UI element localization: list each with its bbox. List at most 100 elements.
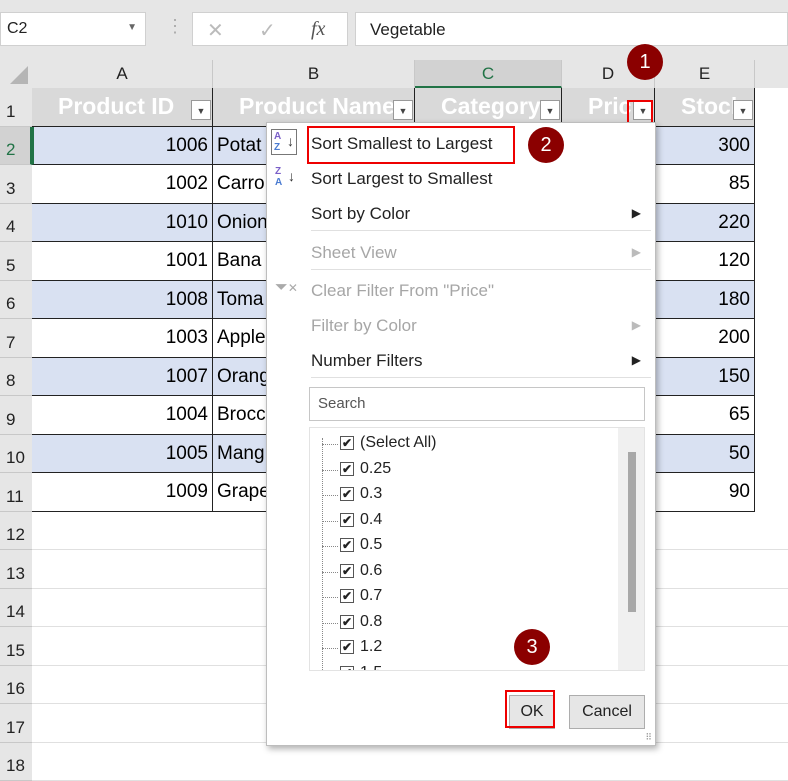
row-header-7[interactable]: 7 [0,319,32,358]
menu-filter-by-color: Filter by Color [311,316,417,336]
highlight-sort-ascending [307,126,515,164]
cell-stock[interactable]: 90 [655,473,755,512]
cell-product-id[interactable]: 1004 [32,396,213,435]
filter-value-label: 0.4 [360,511,382,529]
cell-stock[interactable]: 220 [655,204,755,243]
checkbox-checked-icon[interactable]: ✔ [340,666,354,672]
filter-value-item[interactable]: ✔0.8 [340,613,382,631]
cell-stock[interactable]: 300 [655,127,755,166]
filter-search-input[interactable]: Search [309,387,645,421]
row-header-1[interactable]: 1 [0,88,32,127]
cell-stock[interactable]: 150 [655,358,755,397]
row-header-2[interactable]: 2 [0,127,32,166]
row-header-16[interactable]: 16 [0,666,32,705]
row-header-6[interactable]: 6 [0,281,32,320]
row-header-12[interactable]: 12 [0,512,32,551]
step-badge-1: 1 [627,44,663,80]
menu-sort-by-color[interactable]: Sort by Color [311,204,410,224]
filter-value-item[interactable]: ✔ 0.3 [340,485,382,503]
chevron-down-icon[interactable]: ▼ [127,22,137,33]
insert-function-icon[interactable]: fx [311,18,325,41]
row-header-18[interactable]: 18 [0,743,32,781]
resize-grip-icon[interactable]: ⠿ [645,732,652,743]
cancel-icon[interactable]: ✕ [207,18,224,43]
header-cell-b[interactable]: Product Name [213,88,415,127]
cell-stock[interactable]: 85 [655,165,755,204]
row-header-14[interactable]: 14 [0,589,32,628]
cell-product-id[interactable]: 1007 [32,358,213,397]
cell-product-id[interactable]: 1005 [32,435,213,474]
step-badge-2: 2 [528,127,564,163]
checkbox-checked-icon[interactable]: ✔ [340,564,354,578]
cell-stock[interactable]: 50 [655,435,755,474]
row-header-10[interactable]: 10 [0,435,32,474]
cell-stock[interactable]: 65 [655,396,755,435]
cell-product-id[interactable]: 1010 [32,204,213,243]
column-header-f[interactable] [755,60,788,88]
row-header-11[interactable]: 11 [0,473,32,512]
checkbox-checked-icon[interactable]: ✔ [340,640,354,654]
cell-product-id[interactable]: 1001 [32,242,213,281]
sort-ascending-icon: AZ↓ [271,129,297,155]
cell-product-id[interactable]: 1008 [32,281,213,320]
cell-stock[interactable]: 180 [655,281,755,320]
column-header-a[interactable]: A [32,60,213,88]
checkbox-checked-icon[interactable]: ✔ [340,513,354,527]
row-header-5[interactable]: 5 [0,242,32,281]
cell-product-id[interactable]: 1002 [32,165,213,204]
filter-dropdown-button[interactable]: ▼ [733,100,753,120]
row-header-9[interactable]: 9 [0,396,32,435]
column-header-e[interactable]: E [655,60,755,88]
filter-value-label: 0.3 [360,485,382,503]
menu-sort-descending[interactable]: Sort Largest to Smallest [311,169,492,189]
cancel-button[interactable]: Cancel [569,695,645,729]
tree-line [322,444,338,445]
filter-value-item[interactable]: ✔1.2 [340,638,382,656]
row-header-17[interactable]: 17 [0,704,32,743]
select-all-corner[interactable] [0,60,32,88]
row-header-15[interactable]: 15 [0,627,32,666]
checkbox-checked-icon[interactable]: ✔ [340,615,354,629]
menu-clear-filter: Clear Filter From "Price" [311,281,494,301]
list-scrollbar[interactable] [618,428,644,670]
filter-dropdown-button[interactable]: ▼ [191,100,211,120]
checkbox-checked-icon[interactable]: ✔ [340,589,354,603]
row-header-3[interactable]: 3 [0,165,32,204]
column-header-b[interactable]: B [213,60,415,88]
filter-dropdown-button[interactable]: ▼ [540,100,560,120]
filter-value-item[interactable]: ✔ 0.4 [340,511,382,529]
filter-value-item[interactable]: ✔0.7 [340,587,382,605]
filter-value-item[interactable]: ✔1.5 [340,664,382,672]
filter-value-label: 0.25 [360,460,391,478]
cell-stock[interactable]: 120 [655,242,755,281]
column-header-c[interactable]: C [415,60,562,88]
menu-sheet-view: Sheet View [311,243,397,263]
filter-value-item[interactable]: ✔(Select All) [340,434,436,452]
checkbox-checked-icon[interactable]: ✔ [340,462,354,476]
row-header-8[interactable]: 8 [0,358,32,397]
row-header-13[interactable]: 13 [0,550,32,589]
menu-number-filters[interactable]: Number Filters [311,351,422,371]
checkbox-checked-icon[interactable]: ✔ [340,538,354,552]
formula-input[interactable]: Vegetable [355,12,788,46]
cell-product-id[interactable]: 1003 [32,319,213,358]
cell-stock[interactable]: 200 [655,319,755,358]
scrollbar-thumb[interactable] [628,452,636,612]
filter-value-item[interactable]: ✔0.6 [340,562,382,580]
cell-product-id[interactable]: 1009 [32,473,213,512]
formula-buttons: ✕ ✓ fx [192,12,348,46]
checkbox-checked-icon[interactable]: ✔ [340,436,354,450]
filter-value-item[interactable]: ✔ 0.25 [340,460,391,478]
menu-separator [311,269,651,270]
filter-value-item[interactable]: ✔0.5 [340,536,382,554]
cell-product-id[interactable]: 1006 [32,127,213,166]
header-cell-a[interactable]: Product ID [32,88,213,127]
checkbox-checked-icon[interactable]: ✔ [340,487,354,501]
filter-dropdown-button[interactable]: ▼ [393,100,413,120]
tree-line [322,572,338,573]
name-box[interactable]: C2▼ [0,12,146,46]
row-header-4[interactable]: 4 [0,204,32,243]
sort-descending-icon: ZA↓ [273,165,297,191]
enter-icon[interactable]: ✓ [259,18,276,43]
grid-row [32,743,788,781]
